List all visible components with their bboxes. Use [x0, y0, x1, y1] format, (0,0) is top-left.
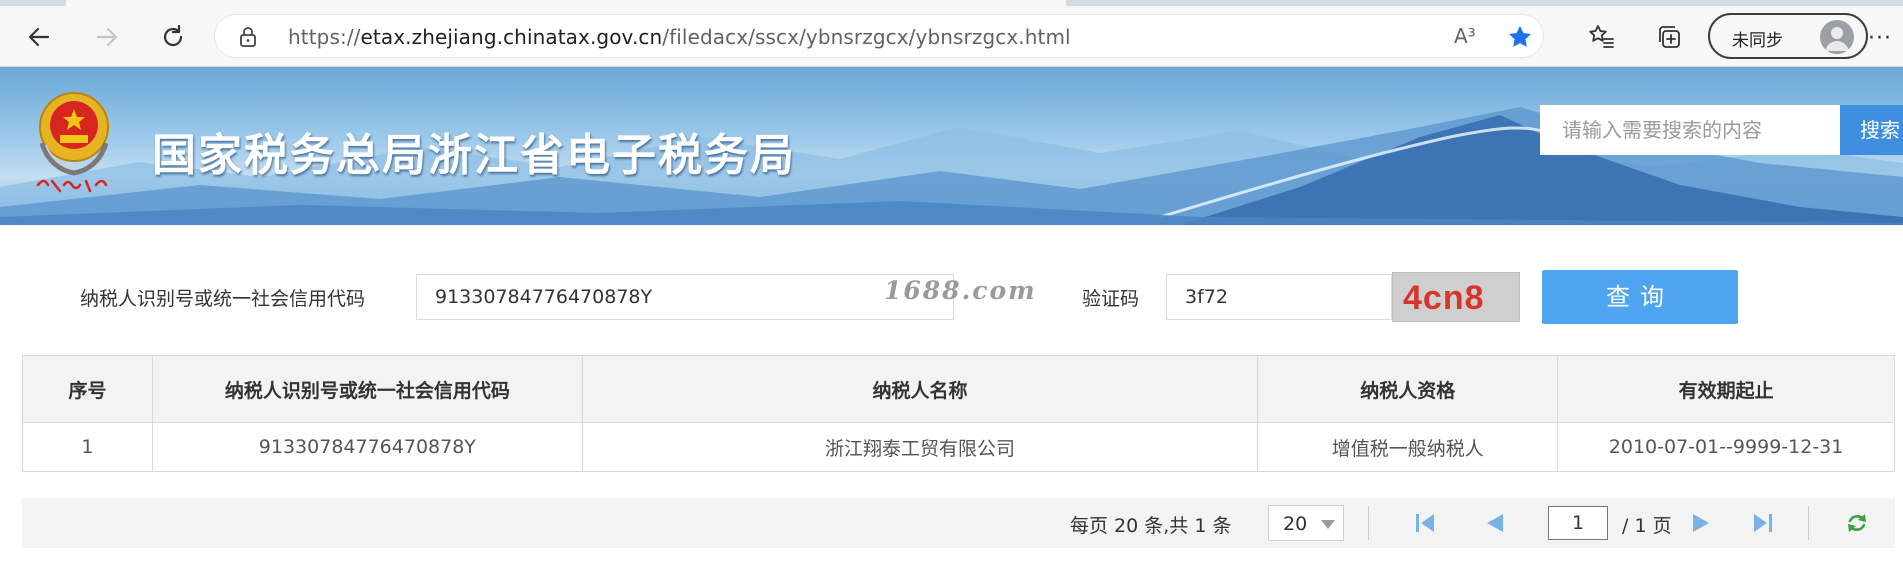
- user-icon: [1825, 27, 1849, 51]
- taxpayer-id-label: 纳税人识别号或统一社会信用代码: [80, 288, 366, 310]
- profile-label: 未同步: [1732, 31, 1783, 51]
- browser-toolbar: https://etax.zhejiang.chinatax.gov.cn/fi…: [0, 6, 1903, 67]
- pager-divider: [1808, 506, 1809, 540]
- first-page-button[interactable]: [1412, 510, 1438, 536]
- refresh-button[interactable]: [1844, 510, 1870, 536]
- arrow-right-icon: [96, 27, 118, 47]
- collections-icon: [1659, 26, 1680, 48]
- captcha-input[interactable]: 3f72: [1166, 274, 1392, 320]
- favorite-star-icon[interactable]: [1506, 23, 1534, 51]
- reload-icon: [163, 24, 183, 47]
- url-prefix: https://: [288, 25, 361, 49]
- total-pages: / 1 页: [1622, 515, 1672, 537]
- lock-icon[interactable]: [238, 26, 258, 48]
- column-header-taxpayer-name: 纳税人名称: [581, 355, 1259, 423]
- cell-taxpayer-id: 91330784776470878Y: [151, 422, 583, 472]
- site-banner: 国家税务总局浙江省电子税务局 搜索: [0, 67, 1903, 225]
- prev-page-button[interactable]: [1482, 510, 1508, 536]
- table-header-row: 序号 纳税人识别号或统一社会信用代码 纳税人名称 纳税人资格 有效期起止: [22, 355, 1895, 423]
- taxpayer-id-input[interactable]: 91330784776470878Y: [416, 274, 954, 320]
- arrow-left-icon: [1487, 514, 1503, 532]
- watermark-text: 1688.com: [884, 276, 1037, 305]
- profile-button[interactable]: 未同步: [1708, 13, 1868, 59]
- favorites-button[interactable]: [1586, 22, 1616, 52]
- more-menu-button[interactable]: ···: [1868, 26, 1892, 51]
- collections-button[interactable]: [1654, 22, 1684, 52]
- arrow-left-icon: [28, 27, 50, 47]
- arrow-right-icon: [1693, 514, 1709, 532]
- captcha-image-text: 4cn8: [1403, 279, 1485, 317]
- query-button[interactable]: 查询: [1542, 270, 1738, 324]
- results-table: 序号 纳税人识别号或统一社会信用代码 纳税人名称 纳税人资格 有效期起止 1 9…: [22, 355, 1895, 472]
- url-path: /filedacx/sscx/ybnsrzgcx/ybnsrzgcx.html: [662, 25, 1071, 49]
- next-page-button[interactable]: [1688, 510, 1714, 536]
- chevron-down-icon: [1321, 520, 1335, 529]
- forward-button[interactable]: [90, 20, 124, 54]
- cell-qualification: 增值税一般纳税人: [1257, 422, 1559, 472]
- refresh-icon: [1848, 514, 1866, 532]
- read-aloud-icon[interactable]: A³: [1454, 24, 1476, 48]
- page-summary: 每页 20 条,共 1 条: [1070, 515, 1232, 537]
- column-header-index: 序号: [22, 355, 153, 423]
- tax-emblem: [26, 81, 126, 201]
- table-row: 1 91330784776470878Y 浙江翔泰工贸有限公司 增值税一般纳税人…: [22, 422, 1895, 472]
- address-bar[interactable]: https://etax.zhejiang.chinatax.gov.cn/fi…: [214, 14, 1544, 58]
- column-header-qualification: 纳税人资格: [1257, 355, 1559, 423]
- favorites-list-icon: [1589, 25, 1614, 48]
- url-text[interactable]: https://etax.zhejiang.chinatax.gov.cn/fi…: [288, 25, 1071, 49]
- site-title: 国家税务总局浙江省电子税务局: [152, 130, 796, 181]
- column-header-taxpayer-id: 纳税人识别号或统一社会信用代码: [151, 355, 583, 423]
- captcha-value: 3f72: [1185, 286, 1228, 308]
- taxpayer-id-value: 91330784776470878Y: [435, 286, 653, 308]
- cell-taxpayer-name: 浙江翔泰工贸有限公司: [581, 422, 1259, 472]
- pager-divider: [1368, 506, 1369, 540]
- last-page-icon: [1754, 514, 1772, 532]
- captcha-label: 验证码: [1082, 288, 1140, 310]
- reload-button[interactable]: [156, 20, 190, 54]
- avatar: [1820, 20, 1854, 54]
- captcha-image[interactable]: 4cn8: [1392, 272, 1520, 322]
- last-page-button[interactable]: [1750, 510, 1776, 536]
- pagination-bar: 每页 20 条,共 1 条 20 1 / 1 页: [22, 498, 1895, 548]
- column-header-validity: 有效期起止: [1557, 355, 1895, 423]
- site-search-input[interactable]: [1540, 105, 1840, 155]
- current-page-input[interactable]: 1: [1548, 506, 1608, 540]
- cell-validity: 2010-07-01--9999-12-31: [1557, 422, 1895, 472]
- page-size-value: 20: [1283, 513, 1308, 535]
- site-search-button[interactable]: 搜索: [1840, 105, 1903, 155]
- first-page-icon: [1416, 514, 1434, 532]
- tax-emblem-icon: [36, 92, 109, 193]
- page-size-select[interactable]: 20: [1268, 505, 1344, 541]
- cell-index: 1: [22, 422, 153, 472]
- url-host: etax.zhejiang.chinatax.gov.cn: [360, 25, 663, 49]
- back-button[interactable]: [22, 20, 56, 54]
